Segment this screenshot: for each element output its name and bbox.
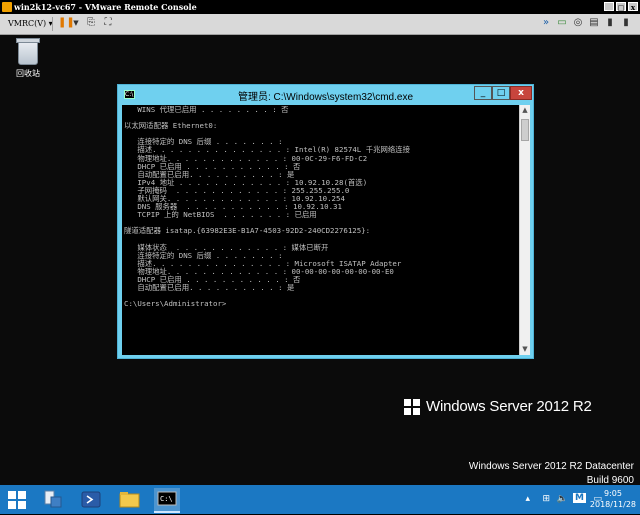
ime-indicator[interactable]: M — [573, 493, 586, 503]
cmd-window[interactable]: C:\ 管理员: C:\Windows\system32\cmd.exe _ □… — [117, 84, 534, 359]
powershell-icon[interactable] — [78, 488, 104, 511]
expand-toolbar-icon[interactable]: » — [540, 17, 552, 29]
show-hidden-icons-icon[interactable]: ▴ — [525, 494, 530, 504]
console-line: TCPIP 上的 NetBIOS . . . . . . . : 已启用 — [124, 210, 317, 220]
vmrc-toolbar: VMRC(V) ▾ ❚❚ ▼ ⎘ ⛶ » ▭ ◎ ▤ ▮ ▮ — [0, 14, 640, 35]
edition-watermark: Windows Server 2012 R2 Datacenter Build … — [469, 460, 634, 488]
clock-time: 9:05 — [603, 489, 622, 498]
vmware-icon — [2, 2, 12, 12]
fullscreen-icon[interactable]: ⛶ — [102, 17, 114, 29]
taskbar: C:\ ▴ ⊞ 🔈 M ▭ 9:05 2018/11/28 — [0, 485, 640, 514]
cmd-close-icon[interactable]: x — [510, 86, 532, 100]
vmrc-menu-button[interactable]: VMRC(V) ▾ — [8, 19, 53, 28]
console-line: 以太网适配器 Ethernet0: — [124, 121, 218, 131]
removable-device-icon[interactable]: ▮ — [620, 17, 632, 29]
scroll-thumb[interactable] — [521, 119, 529, 141]
clock[interactable]: 9:05 2018/11/28 — [590, 488, 636, 510]
console-scrollbar[interactable]: ▲ ▼ — [519, 105, 530, 355]
clock-date: 2018/11/28 — [589, 500, 636, 509]
recycle-bin-shortcut[interactable]: 回收站 — [10, 38, 46, 79]
usb-device-icon[interactable]: ▮ — [604, 17, 616, 29]
minimize-icon[interactable]: _ — [604, 2, 614, 12]
vmrc-title-bar: win2k12-vc67 - VMware Remote Console _ □… — [0, 0, 640, 14]
cd-drive-icon[interactable]: ◎ — [572, 17, 584, 29]
recycle-bin-icon — [16, 38, 40, 65]
scroll-up-icon[interactable]: ▲ — [520, 105, 530, 116]
server-manager-icon[interactable] — [40, 488, 66, 511]
toolbar-separator — [52, 17, 53, 31]
start-button[interactable] — [8, 491, 26, 509]
console-line: WINS 代理已启用 . . . . . . . . : 否 — [124, 105, 289, 114]
console-line: 自动配置已启用. . . . . . . . . . : 是 — [124, 283, 295, 293]
cmd-maximize-icon[interactable]: □ — [492, 86, 510, 100]
cmd-minimize-icon[interactable]: _ — [474, 86, 492, 100]
vmrc-window-title: win2k12-vc67 - VMware Remote Console — [14, 2, 197, 12]
cmd-title-bar[interactable]: C:\ 管理员: C:\Windows\system32\cmd.exe _ □… — [118, 85, 533, 105]
os-name: Windows Server 2012 R2 — [426, 398, 592, 415]
close-icon[interactable]: x — [628, 2, 638, 12]
cmd-taskbar-button[interactable]: C:\ — [154, 488, 180, 513]
floppy-icon[interactable]: ▤ — [588, 17, 600, 29]
send-ctrl-alt-del-icon[interactable]: ⎘ — [85, 17, 97, 29]
svg-text:C:\: C:\ — [160, 495, 173, 503]
network-icon[interactable]: ⊞ — [542, 494, 550, 504]
scroll-down-icon[interactable]: ▼ — [520, 344, 530, 355]
pause-icon[interactable]: ❚❚ — [58, 17, 75, 29]
console-area[interactable]: WINS 代理已启用 . . . . . . . . : 否 以太网适配器 Et… — [122, 105, 519, 355]
console-output: WINS 代理已启用 . . . . . . . . : 否 以太网适配器 Et… — [122, 105, 519, 308]
windows-logo-icon — [404, 399, 420, 415]
maximize-icon[interactable]: □ — [616, 2, 626, 12]
recycle-bin-label: 回收站 — [16, 69, 40, 78]
console-line: 隧道适配器 isatap.{63982E3E-B1A7-4503-92D2-24… — [124, 226, 371, 236]
cmd-window-title: 管理员: C:\Windows\system32\cmd.exe — [237, 92, 414, 103]
volume-icon[interactable]: 🔈 — [557, 494, 568, 504]
edition-name: Windows Server 2012 R2 Datacenter — [468, 461, 634, 472]
pause-dropdown-icon[interactable]: ▼ — [70, 17, 82, 29]
network-adapter-icon[interactable]: ▭ — [556, 17, 568, 29]
console-line: C:\Users\Administrator> — [124, 299, 227, 309]
file-explorer-icon[interactable] — [116, 488, 142, 511]
